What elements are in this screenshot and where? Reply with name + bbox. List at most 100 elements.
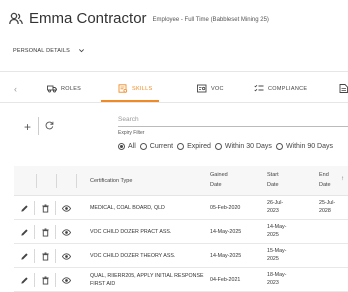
sort-ascending-icon[interactable]: ↑ (341, 176, 344, 182)
table-row: MEDICAL, COAL BOARD, QLD 05-Feb-2020 26-Ju… (14, 196, 348, 220)
tab-bar: ‹ ROLES SKILLS VOC COMPLIANCE (0, 80, 348, 102)
add-skill-button[interactable]: + (24, 120, 31, 134)
delete-icon (41, 251, 49, 261)
chevron-down-icon (79, 49, 84, 53)
radio-label: Within 90 Days (285, 143, 334, 150)
view-icon (61, 204, 71, 212)
personal-details-label: PERSONAL DETAILS (13, 47, 70, 54)
edit-button[interactable] (14, 196, 34, 220)
expiry-filter-30-days-radio[interactable]: Within 30 Days (214, 143, 272, 150)
gained-date-cell: 14-May-2025 (210, 229, 242, 235)
tab-label: SKILLS (132, 86, 153, 92)
table-header: Certification Type Gained Date Start Dat… (14, 166, 348, 196)
start-date-cell: 15-May-2025 (267, 248, 287, 262)
gained-date-cell: 04-Feb-2021 (210, 277, 241, 283)
column-header-end-date[interactable]: End Date (319, 170, 339, 190)
tab-roles[interactable]: ROLES (47, 84, 81, 102)
radio-label: All (128, 143, 136, 150)
divider (0, 71, 348, 72)
radio-label: Within 30 Days (224, 143, 272, 150)
expiry-filter-expired-radio[interactable]: Expired (177, 143, 211, 150)
view-button[interactable] (56, 220, 76, 244)
column-divider (36, 174, 37, 188)
certification-type-cell: VOC CHILD DOZER THEORY ASS. (90, 253, 176, 259)
skills-table: Certification Type Gained Date Start Dat… (14, 166, 348, 292)
view-icon (61, 228, 71, 236)
certification-type-cell: QUAL, RIIERR205, APPLY INITIAL RESPONSE … (90, 273, 204, 287)
radio-label: Expired (187, 143, 211, 150)
expiry-filter-label: Expiry Filter (118, 130, 145, 136)
view-icon (61, 252, 71, 260)
row-actions (14, 268, 82, 292)
edit-button[interactable] (14, 268, 34, 292)
certificate-icon (118, 84, 128, 93)
search-input[interactable] (118, 113, 348, 127)
edit-icon (20, 252, 28, 260)
gained-date-cell: 05-Feb-2020 (210, 205, 241, 211)
table-row: VOC CHILD DOZER THEORY ASS. 14-May-2025 15… (14, 244, 348, 268)
column-divider (76, 174, 77, 188)
expiry-filter-90-days-radio[interactable]: Within 90 Days (275, 143, 334, 150)
column-header-certification-type[interactable]: Certification Type (90, 176, 132, 186)
divider (0, 102, 348, 103)
toolbar-divider (38, 117, 39, 135)
start-date-cell: 26-Jul-2023 (267, 200, 284, 214)
radio-circle (275, 143, 283, 150)
view-button[interactable] (56, 244, 76, 268)
personal-details-toggle[interactable]: PERSONAL DETAILS (13, 47, 85, 54)
truck-icon (47, 85, 57, 93)
start-date-cell: 18-May-2023 (267, 272, 287, 286)
gained-date-cell: 14-May-2025 (210, 253, 242, 259)
delete-button[interactable] (35, 196, 55, 220)
tab-scroll-left-icon[interactable]: ‹ (14, 84, 17, 94)
tab-more[interactable] (339, 84, 348, 102)
tab-label: VOC (211, 86, 224, 92)
delete-icon (41, 203, 49, 213)
view-icon (61, 276, 71, 284)
edit-button[interactable] (14, 244, 34, 268)
expiry-filter-group: All Current Expired Within 30 Days Withi… (118, 143, 337, 150)
certification-type-cell: VOC CHILD DOZER PRACT ASS. (90, 229, 172, 235)
refresh-icon[interactable] (45, 121, 54, 130)
radio-circle (177, 143, 185, 150)
expiry-filter-all-radio[interactable]: All (118, 143, 136, 150)
tab-voc[interactable]: VOC (197, 84, 224, 102)
tab-skills[interactable]: SKILLS (101, 84, 159, 102)
users-icon (9, 12, 23, 24)
edit-icon (20, 204, 28, 212)
expiry-filter-current-radio[interactable]: Current (139, 143, 174, 150)
delete-icon (41, 275, 49, 285)
id-card-icon (197, 84, 207, 93)
row-actions (14, 196, 82, 220)
radio-label: Current (149, 143, 174, 150)
delete-button[interactable] (35, 268, 55, 292)
edit-icon (20, 276, 28, 284)
certification-type-cell: MEDICAL, COAL BOARD, QLD (90, 205, 165, 211)
tab-label: COMPLIANCE (268, 86, 308, 92)
table-row: QUAL, RIIERR205, APPLY INITIAL RESPONSE … (14, 268, 348, 292)
view-button[interactable] (56, 268, 76, 292)
column-header-gained-date[interactable]: Gained Date (210, 170, 236, 190)
column-header-start-date[interactable]: Start Date (267, 170, 289, 190)
edit-button[interactable] (14, 220, 34, 244)
delete-icon (41, 227, 49, 237)
column-divider (56, 174, 57, 188)
start-date-cell: 14-May-2025 (267, 224, 287, 238)
header: Emma Contractor Employee - Full Time (Ba… (9, 7, 269, 29)
employment-subtitle: Employee - Full Time (Babbleset Mining 2… (152, 17, 269, 23)
page-title: Emma Contractor (29, 9, 147, 27)
tab-compliance[interactable]: COMPLIANCE (254, 84, 307, 102)
row-actions (14, 220, 82, 244)
table-row: VOC CHILD DOZER PRACT ASS. 14-May-2025 14-… (14, 220, 348, 244)
document-icon (339, 84, 348, 93)
edit-icon (20, 228, 28, 236)
delete-button[interactable] (35, 244, 55, 268)
delete-button[interactable] (35, 220, 55, 244)
radio-circle (214, 143, 222, 150)
end-date-cell: 25-Jul-2028 (319, 200, 336, 214)
radio-circle (139, 143, 147, 150)
checklist-icon (254, 84, 264, 92)
view-button[interactable] (56, 196, 76, 220)
row-actions (14, 244, 82, 268)
tab-label: ROLES (61, 86, 82, 92)
